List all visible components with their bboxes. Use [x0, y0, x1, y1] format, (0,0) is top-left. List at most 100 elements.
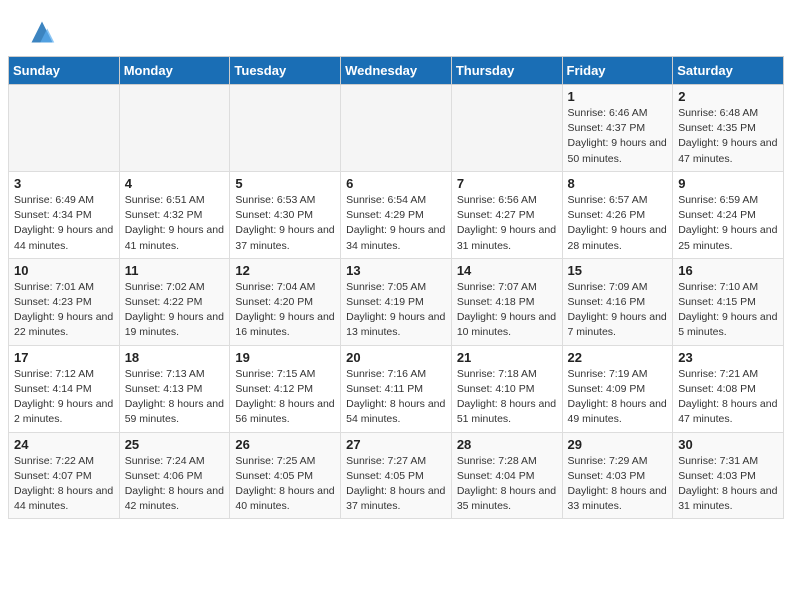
day-detail: Sunrise: 7:28 AM Sunset: 4:04 PM Dayligh…	[457, 454, 557, 515]
calendar-cell	[119, 85, 230, 172]
day-number: 22	[568, 350, 668, 365]
calendar-cell: 10 Sunrise: 7:01 AM Sunset: 4:23 PM Dayli…	[9, 258, 120, 345]
day-number: 13	[346, 263, 446, 278]
calendar-table: SundayMondayTuesdayWednesdayThursdayFrid…	[8, 56, 784, 519]
day-number: 25	[125, 437, 225, 452]
day-number: 15	[568, 263, 668, 278]
calendar-cell: 5 Sunrise: 6:53 AM Sunset: 4:30 PM Daylig…	[230, 171, 341, 258]
day-detail: Sunrise: 7:29 AM Sunset: 4:03 PM Dayligh…	[568, 454, 668, 515]
day-number: 16	[678, 263, 778, 278]
day-detail: Sunrise: 6:57 AM Sunset: 4:26 PM Dayligh…	[568, 193, 668, 254]
day-number: 5	[235, 176, 335, 191]
calendar-cell: 28 Sunrise: 7:28 AM Sunset: 4:04 PM Dayli…	[451, 432, 562, 519]
calendar-cell: 6 Sunrise: 6:54 AM Sunset: 4:29 PM Daylig…	[341, 171, 452, 258]
header-wednesday: Wednesday	[341, 57, 452, 85]
day-detail: Sunrise: 7:21 AM Sunset: 4:08 PM Dayligh…	[678, 367, 778, 428]
calendar-header: SundayMondayTuesdayWednesdayThursdayFrid…	[9, 57, 784, 85]
calendar-cell: 30 Sunrise: 7:31 AM Sunset: 4:03 PM Dayli…	[673, 432, 784, 519]
calendar-cell: 19 Sunrise: 7:15 AM Sunset: 4:12 PM Dayli…	[230, 345, 341, 432]
day-number: 2	[678, 89, 778, 104]
calendar-cell: 17 Sunrise: 7:12 AM Sunset: 4:14 PM Dayli…	[9, 345, 120, 432]
header-sunday: Sunday	[9, 57, 120, 85]
calendar-cell: 18Sunrise: 7:13 AM Sunset: 4:13 PM Dayli…	[119, 345, 230, 432]
day-number: 20	[346, 350, 446, 365]
day-detail: Sunrise: 6:53 AM Sunset: 4:30 PM Dayligh…	[235, 193, 335, 254]
day-detail: Sunrise: 7:01 AM Sunset: 4:23 PM Dayligh…	[14, 280, 114, 341]
day-number: 14	[457, 263, 557, 278]
day-number: 6	[346, 176, 446, 191]
day-detail: Sunrise: 6:46 AM Sunset: 4:37 PM Dayligh…	[568, 106, 668, 167]
day-detail: Sunrise: 6:49 AM Sunset: 4:34 PM Dayligh…	[14, 193, 114, 254]
calendar-cell: 13 Sunrise: 7:05 AM Sunset: 4:19 PM Dayli…	[341, 258, 452, 345]
day-detail: Sunrise: 6:48 AM Sunset: 4:35 PM Dayligh…	[678, 106, 778, 167]
day-number: 10	[14, 263, 114, 278]
day-detail: Sunrise: 7:22 AM Sunset: 4:07 PM Dayligh…	[14, 454, 114, 515]
day-detail: Sunrise: 7:18 AM Sunset: 4:10 PM Dayligh…	[457, 367, 557, 428]
day-number: 19	[235, 350, 335, 365]
day-number: 26	[235, 437, 335, 452]
calendar-cell: 1 Sunrise: 6:46 AM Sunset: 4:37 PM Daylig…	[562, 85, 673, 172]
day-number: 4	[125, 176, 225, 191]
day-number: 9	[678, 176, 778, 191]
calendar-cell: 15 Sunrise: 7:09 AM Sunset: 4:16 PM Dayli…	[562, 258, 673, 345]
calendar-cell: 23 Sunrise: 7:21 AM Sunset: 4:08 PM Dayli…	[673, 345, 784, 432]
day-detail: Sunrise: 7:19 AM Sunset: 4:09 PM Dayligh…	[568, 367, 668, 428]
calendar-cell: 9 Sunrise: 6:59 AM Sunset: 4:24 PM Daylig…	[673, 171, 784, 258]
header-friday: Friday	[562, 57, 673, 85]
calendar-cell: 21 Sunrise: 7:18 AM Sunset: 4:10 PM Dayli…	[451, 345, 562, 432]
day-detail: Sunrise: 6:59 AM Sunset: 4:24 PM Dayligh…	[678, 193, 778, 254]
calendar-cell: 25 Sunrise: 7:24 AM Sunset: 4:06 PM Dayli…	[119, 432, 230, 519]
calendar-cell: 16 Sunrise: 7:10 AM Sunset: 4:15 PM Dayli…	[673, 258, 784, 345]
calendar-cell	[451, 85, 562, 172]
day-detail: Sunrise: 7:12 AM Sunset: 4:14 PM Dayligh…	[14, 367, 114, 428]
calendar-cell: 24 Sunrise: 7:22 AM Sunset: 4:07 PM Dayli…	[9, 432, 120, 519]
day-detail: Sunrise: 7:04 AM Sunset: 4:20 PM Dayligh…	[235, 280, 335, 341]
calendar-cell: 14Sunrise: 7:07 AM Sunset: 4:18 PM Dayli…	[451, 258, 562, 345]
calendar-cell: 26 Sunrise: 7:25 AM Sunset: 4:05 PM Dayli…	[230, 432, 341, 519]
day-detail: Sunrise: 7:10 AM Sunset: 4:15 PM Dayligh…	[678, 280, 778, 341]
week-row-4: 24 Sunrise: 7:22 AM Sunset: 4:07 PM Dayli…	[9, 432, 784, 519]
day-number: 29	[568, 437, 668, 452]
day-number: 30	[678, 437, 778, 452]
day-detail: Sunrise: 7:05 AM Sunset: 4:19 PM Dayligh…	[346, 280, 446, 341]
calendar-cell: 12 Sunrise: 7:04 AM Sunset: 4:20 PM Dayli…	[230, 258, 341, 345]
calendar-cell	[230, 85, 341, 172]
day-detail: Sunrise: 7:25 AM Sunset: 4:05 PM Dayligh…	[235, 454, 335, 515]
calendar-cell: 7Sunrise: 6:56 AM Sunset: 4:27 PM Daylig…	[451, 171, 562, 258]
week-row-0: 1 Sunrise: 6:46 AM Sunset: 4:37 PM Daylig…	[9, 85, 784, 172]
calendar-cell: 27 Sunrise: 7:27 AM Sunset: 4:05 PM Dayli…	[341, 432, 452, 519]
header-thursday: Thursday	[451, 57, 562, 85]
day-detail: Sunrise: 7:24 AM Sunset: 4:06 PM Dayligh…	[125, 454, 225, 515]
logo	[24, 18, 56, 46]
day-number: 27	[346, 437, 446, 452]
calendar-cell: 11 Sunrise: 7:02 AM Sunset: 4:22 PM Dayli…	[119, 258, 230, 345]
day-detail: Sunrise: 7:09 AM Sunset: 4:16 PM Dayligh…	[568, 280, 668, 341]
header-monday: Monday	[119, 57, 230, 85]
day-number: 23	[678, 350, 778, 365]
day-detail: Sunrise: 6:54 AM Sunset: 4:29 PM Dayligh…	[346, 193, 446, 254]
calendar-cell: 3Sunrise: 6:49 AM Sunset: 4:34 PM Daylig…	[9, 171, 120, 258]
week-row-3: 17 Sunrise: 7:12 AM Sunset: 4:14 PM Dayli…	[9, 345, 784, 432]
day-detail: Sunrise: 7:31 AM Sunset: 4:03 PM Dayligh…	[678, 454, 778, 515]
calendar-cell: 29 Sunrise: 7:29 AM Sunset: 4:03 PM Dayli…	[562, 432, 673, 519]
week-row-2: 10 Sunrise: 7:01 AM Sunset: 4:23 PM Dayli…	[9, 258, 784, 345]
day-number: 21	[457, 350, 557, 365]
header-row: SundayMondayTuesdayWednesdayThursdayFrid…	[9, 57, 784, 85]
day-detail: Sunrise: 7:27 AM Sunset: 4:05 PM Dayligh…	[346, 454, 446, 515]
day-detail: Sunrise: 7:02 AM Sunset: 4:22 PM Dayligh…	[125, 280, 225, 341]
day-number: 28	[457, 437, 557, 452]
day-number: 11	[125, 263, 225, 278]
calendar-cell: 8Sunrise: 6:57 AM Sunset: 4:26 PM Daylig…	[562, 171, 673, 258]
day-number: 12	[235, 263, 335, 278]
calendar-cell: 2 Sunrise: 6:48 AM Sunset: 4:35 PM Daylig…	[673, 85, 784, 172]
calendar-cell: 20Sunrise: 7:16 AM Sunset: 4:11 PM Dayli…	[341, 345, 452, 432]
day-detail: Sunrise: 7:13 AM Sunset: 4:13 PM Dayligh…	[125, 367, 225, 428]
header-saturday: Saturday	[673, 57, 784, 85]
calendar-cell	[9, 85, 120, 172]
header-tuesday: Tuesday	[230, 57, 341, 85]
day-detail: Sunrise: 6:56 AM Sunset: 4:27 PM Dayligh…	[457, 193, 557, 254]
day-number: 1	[568, 89, 668, 104]
day-detail: Sunrise: 7:15 AM Sunset: 4:12 PM Dayligh…	[235, 367, 335, 428]
day-number: 17	[14, 350, 114, 365]
day-number: 24	[14, 437, 114, 452]
